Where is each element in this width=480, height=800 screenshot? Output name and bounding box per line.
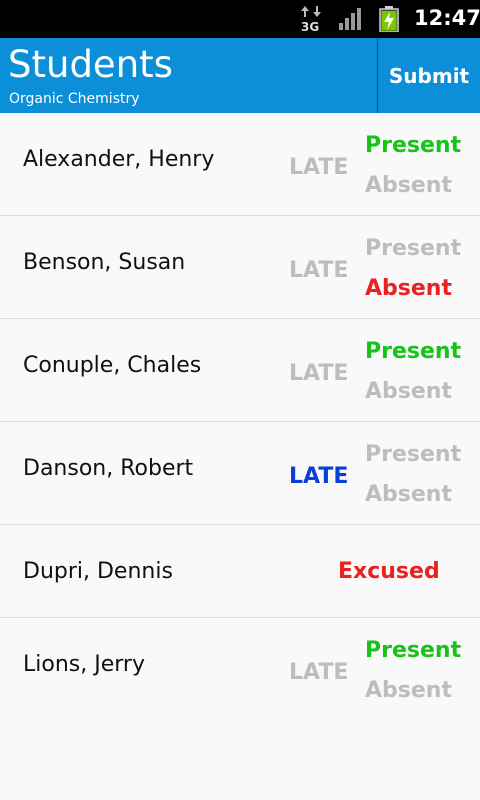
present-toggle[interactable]: Present <box>365 339 461 364</box>
network-label: 3G <box>301 20 319 32</box>
absent-toggle[interactable]: Absent <box>365 379 452 404</box>
student-name: Conuple, Chales <box>23 353 202 378</box>
clock: 12:47 <box>414 6 480 30</box>
late-toggle[interactable]: LATE <box>289 660 348 685</box>
student-row: Alexander, Henry LATE Present Absent <box>0 113 480 216</box>
present-toggle[interactable]: Present <box>365 442 461 467</box>
absent-toggle[interactable]: Absent <box>365 482 452 507</box>
present-toggle[interactable]: Present <box>365 638 461 663</box>
excused-toggle[interactable]: Excused <box>338 559 440 584</box>
student-row: Lions, Jerry LATE Present Absent <box>0 618 480 720</box>
late-toggle[interactable]: LATE <box>289 464 348 489</box>
status-bar: 3G 12:47 <box>0 0 480 38</box>
absent-toggle[interactable]: Absent <box>365 173 452 198</box>
late-toggle[interactable]: LATE <box>289 258 348 283</box>
absent-toggle[interactable]: Absent <box>365 678 452 703</box>
student-list: Alexander, Henry LATE Present Absent Ben… <box>0 113 480 720</box>
late-toggle[interactable]: LATE <box>289 361 348 386</box>
absent-toggle[interactable]: Absent <box>365 276 452 301</box>
present-toggle[interactable]: Present <box>365 236 461 261</box>
data-3g-icon: 3G <box>301 6 321 32</box>
battery-charging-icon <box>379 6 399 32</box>
student-name: Lions, Jerry <box>23 652 145 677</box>
late-toggle[interactable]: LATE <box>289 155 348 180</box>
present-toggle[interactable]: Present <box>365 133 461 158</box>
student-row: Benson, Susan LATE Present Absent <box>0 216 480 319</box>
student-name: Dupri, Dennis <box>23 559 173 584</box>
student-row: Danson, Robert LATE Present Absent <box>0 422 480 525</box>
signal-icon <box>339 8 361 30</box>
action-bar: Students Organic Chemistry Submit <box>0 38 480 113</box>
student-name: Danson, Robert <box>23 456 194 481</box>
page-subtitle: Organic Chemistry <box>9 91 140 107</box>
page-title: Students <box>8 43 173 86</box>
student-name: Alexander, Henry <box>23 147 215 172</box>
student-row: Dupri, Dennis Excused <box>0 525 480 618</box>
submit-button[interactable]: Submit <box>378 38 480 113</box>
student-name: Benson, Susan <box>23 250 186 275</box>
student-row: Conuple, Chales LATE Present Absent <box>0 319 480 422</box>
